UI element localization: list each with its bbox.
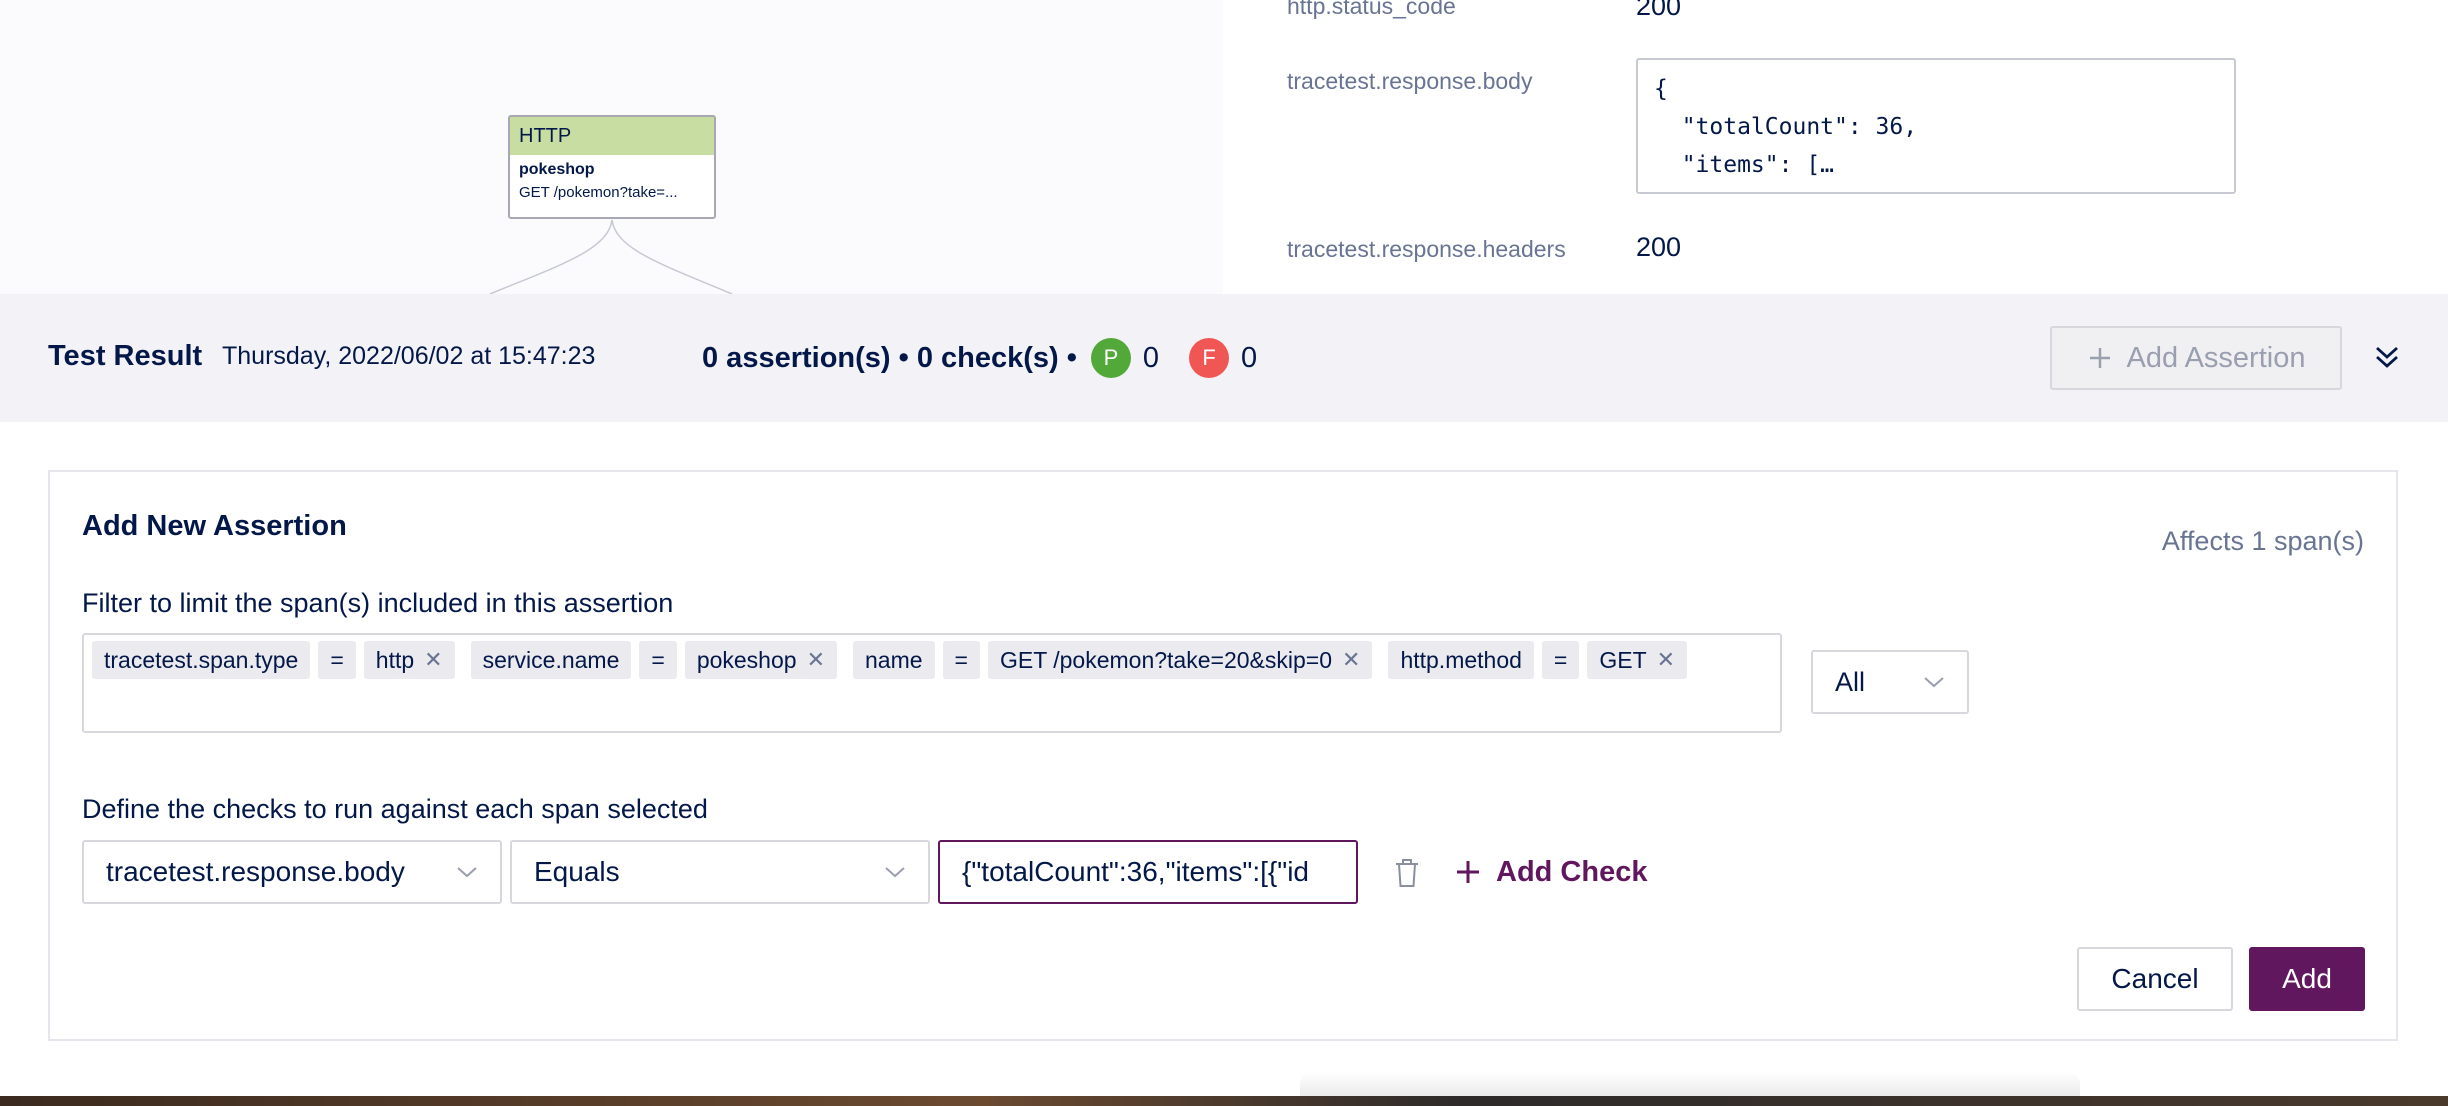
filter-label: Filter to limit the span(s) included in …: [82, 588, 674, 618]
span-node-http[interactable]: HTTP pokeshop GET /pokemon?take=...: [508, 115, 716, 219]
trash-icon[interactable]: [1392, 857, 1422, 889]
filter-key-chip: service.name: [470, 641, 632, 679]
assertion-check-summary: 0 assertion(s) • 0 check(s) •: [702, 341, 1077, 374]
double-chevron-down-icon[interactable]: [2372, 342, 2402, 372]
check-attribute-select[interactable]: tracetest.response.body: [82, 840, 502, 904]
checks-label: Define the checks to run against each sp…: [82, 794, 708, 824]
chevron-down-icon: [1924, 677, 1944, 688]
attribute-value-response-headers: 200: [1636, 232, 1682, 262]
filter-value-chip: http ✕: [363, 641, 455, 679]
filter-operator-chip: =: [639, 641, 677, 679]
window-shadow: [1300, 1072, 2080, 1096]
add-check-button[interactable]: Add Check: [1454, 844, 1647, 900]
attribute-key-response-body: tracetest.response.body: [1287, 68, 1533, 94]
filter-key-chip: name: [853, 641, 935, 679]
failed-badge: F: [1189, 338, 1230, 378]
attribute-key-response-headers: tracetest.response.headers: [1287, 236, 1566, 262]
cancel-button[interactable]: Cancel: [2077, 947, 2233, 1011]
filter-key-chip: tracetest.span.type: [92, 641, 311, 679]
trace-diagram[interactable]: HTTP pokeshop GET /pokemon?take=...: [0, 0, 1223, 294]
plus-icon: [1457, 861, 1479, 883]
filter-key-chip: http.method: [1388, 641, 1534, 679]
span-node-service: pokeshop: [519, 161, 595, 178]
chevron-down-icon: [457, 867, 477, 878]
test-result-date: Thursday, 2022/06/02 at 15:47:23: [222, 342, 596, 370]
add-assertion-label: Add Assertion: [2126, 341, 2306, 374]
span-scope-value: All: [1835, 666, 1866, 697]
check-attribute-value: tracetest.response.body: [106, 856, 405, 887]
add-assertion-form: Add New Assertion Affects 1 span(s) Filt…: [48, 470, 2398, 1041]
desktop-background: [0, 1096, 2448, 1106]
close-icon[interactable]: ✕: [424, 641, 442, 679]
test-result-title: Test Result: [48, 340, 203, 372]
form-title: Add New Assertion: [82, 510, 347, 542]
plus-icon: [2089, 348, 2110, 368]
filter-value-chip: GET ✕: [1587, 641, 1688, 679]
filter-operator-chip: =: [318, 641, 356, 679]
test-result-bar: Test Result Thursday, 2022/06/02 at 15:4…: [0, 294, 2448, 422]
filter-value-label: pokeshop: [696, 647, 797, 673]
check-value-input[interactable]: {"totalCount":36,"items":[{"id: [938, 840, 1358, 904]
filter-value-chip: GET /pokemon?take=20&skip=0 ✕: [987, 641, 1373, 679]
trace-panel: HTTP pokeshop GET /pokemon?take=... http…: [0, 0, 2448, 294]
affected-spans-count: Affects 1 span(s): [2161, 526, 2364, 556]
filter-value-chip: pokeshop ✕: [684, 641, 837, 679]
filter-value-label: GET: [1599, 647, 1647, 673]
add-check-label: Add Check: [1496, 855, 1648, 888]
filter-operator-chip: =: [1541, 641, 1580, 679]
assertion-form-area: Add New Assertion Affects 1 span(s) Filt…: [0, 422, 2448, 1106]
filter-value-label: http: [375, 647, 415, 673]
test-result-summary: 0 assertion(s) • 0 check(s) • P 0 F 0: [702, 338, 1257, 378]
add-assertion-button[interactable]: Add Assertion: [2050, 326, 2342, 390]
close-icon[interactable]: ✕: [1342, 641, 1360, 679]
attribute-value-status-code: 200: [1636, 0, 1682, 21]
response-body-json: { "totalCount": 36, "items": [… {: [1654, 76, 1918, 192]
close-icon[interactable]: ✕: [807, 641, 825, 679]
filter-value-label: GET /pokemon?take=20&skip=0: [999, 647, 1332, 673]
add-button[interactable]: Add: [2249, 947, 2365, 1011]
check-operator-value: Equals: [534, 856, 620, 887]
chevron-down-icon: [885, 867, 905, 878]
filter-operator-chip: =: [942, 641, 980, 679]
span-node-name: GET /pokemon?take=...: [519, 184, 678, 201]
span-filter-input[interactable]: tracetest.span.type = http ✕ service.nam…: [82, 633, 1782, 733]
attribute-key-status-code: http.status_code: [1287, 0, 1456, 19]
check-value-text: {"totalCount":36,"items":[{"id: [962, 856, 1309, 887]
passed-count: 0: [1142, 341, 1160, 374]
span-node-type: HTTP: [510, 117, 714, 155]
attribute-value-response-body[interactable]: { "totalCount": 36, "items": [… {: [1636, 58, 2236, 194]
failed-count: 0: [1241, 341, 1258, 374]
close-icon[interactable]: ✕: [1657, 641, 1675, 679]
check-operator-select[interactable]: Equals: [510, 840, 930, 904]
passed-badge: P: [1090, 338, 1131, 378]
span-attributes-panel: http.status_code 200 tracetest.response.…: [1223, 0, 2448, 294]
span-scope-select[interactable]: All: [1811, 650, 1969, 714]
